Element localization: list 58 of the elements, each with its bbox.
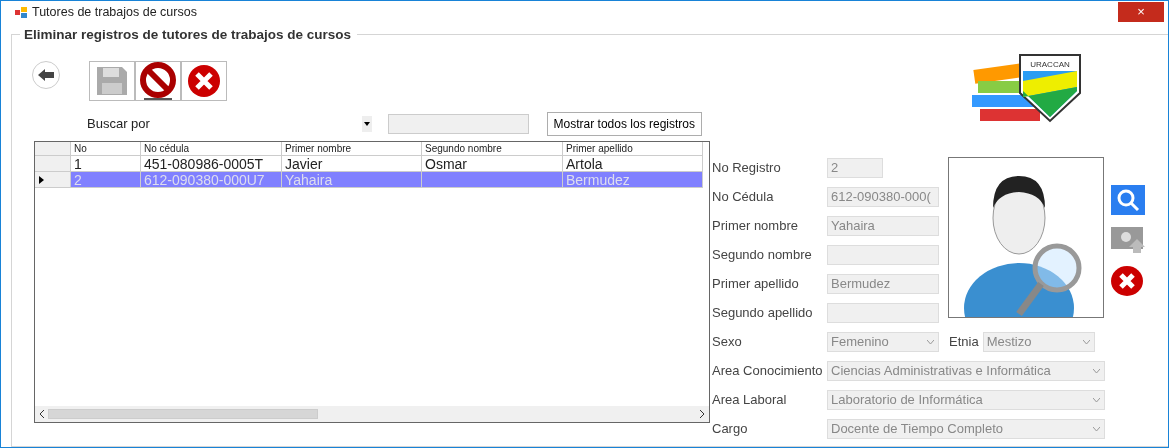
- field-label: Cargo: [712, 419, 749, 438]
- dropdown-field[interactable]: Femenino: [827, 331, 939, 352]
- field-label: Sexo: [712, 332, 743, 351]
- dropdown-field[interactable]: Mestizo: [982, 331, 1095, 352]
- dropdown-field[interactable]: Laboratorio de Informática: [827, 389, 1105, 410]
- table-cell: 2: [71, 172, 141, 188]
- search-field[interactable]: [387, 114, 529, 134]
- row-header[interactable]: [35, 172, 71, 188]
- field-label: Segundo apellido: [712, 303, 814, 322]
- photo-upload-button[interactable]: [1111, 227, 1147, 253]
- input-field[interactable]: 2: [827, 157, 883, 178]
- column-header[interactable]: No: [71, 142, 141, 156]
- caret-icon: [1082, 339, 1090, 344]
- input-field[interactable]: 612-090380-000(: [827, 186, 939, 207]
- input-field[interactable]: Yahaira: [827, 215, 939, 236]
- close-button[interactable]: ×: [1118, 2, 1164, 22]
- show-all-button[interactable]: Mostrar todos los registros: [546, 112, 702, 136]
- field-label: Area Conocimiento: [712, 361, 824, 380]
- search-label: Buscar por: [87, 115, 150, 134]
- column-header[interactable]: Primer nombre: [282, 142, 422, 156]
- horizontal-scrollbar[interactable]: [35, 406, 709, 422]
- dropdown-button[interactable]: [361, 116, 372, 132]
- arrow-icon: [38, 69, 54, 81]
- caret-icon: [1093, 397, 1100, 402]
- window-title: Tutores de trabajos de cursos: [32, 3, 197, 21]
- header-corner: [35, 142, 71, 156]
- input-field[interactable]: [827, 244, 939, 265]
- field-label: No Cédula: [712, 187, 775, 206]
- back-button[interactable]: [32, 61, 60, 89]
- scroll-right-icon[interactable]: [700, 410, 705, 418]
- field-label: No Registro: [712, 158, 782, 177]
- field-label: Primer apellido: [712, 274, 800, 293]
- column-header[interactable]: Primer apellido: [563, 142, 703, 156]
- scroll-left-icon[interactable]: [39, 410, 44, 418]
- dropdown-field[interactable]: Docente de Tiempo Completo: [827, 418, 1105, 439]
- field-label: Segundo nombre: [712, 245, 813, 264]
- caret-icon: [1093, 426, 1100, 431]
- input-field[interactable]: [827, 302, 939, 323]
- app-icon: [15, 6, 27, 18]
- table-cell: Bermudez: [563, 172, 703, 188]
- caret-icon: [1093, 368, 1100, 373]
- dropdown-field[interactable]: Ciencias Administrativas e Informática: [827, 360, 1105, 381]
- caret-icon: [363, 121, 370, 126]
- university-logo: URACCAN: [964, 43, 1096, 133]
- column-header[interactable]: No cédula: [141, 142, 282, 156]
- field-label: Etnia: [949, 332, 979, 351]
- search-button[interactable]: [1111, 185, 1145, 215]
- input-field[interactable]: Bermudez: [827, 273, 939, 294]
- field-label: Area Laboral: [712, 390, 788, 409]
- field-label: Primer nombre: [712, 216, 799, 235]
- table-cell: 612-090380-000U7: [141, 172, 282, 188]
- table-cell: Yahaira: [282, 172, 422, 188]
- column-header[interactable]: Segundo nombre: [422, 142, 563, 156]
- current-row-icon: [39, 175, 44, 184]
- remove-photo-button[interactable]: [1111, 266, 1143, 296]
- caret-icon: [927, 339, 934, 344]
- delete-button[interactable]: [181, 61, 227, 101]
- cancel-button[interactable]: [135, 61, 181, 101]
